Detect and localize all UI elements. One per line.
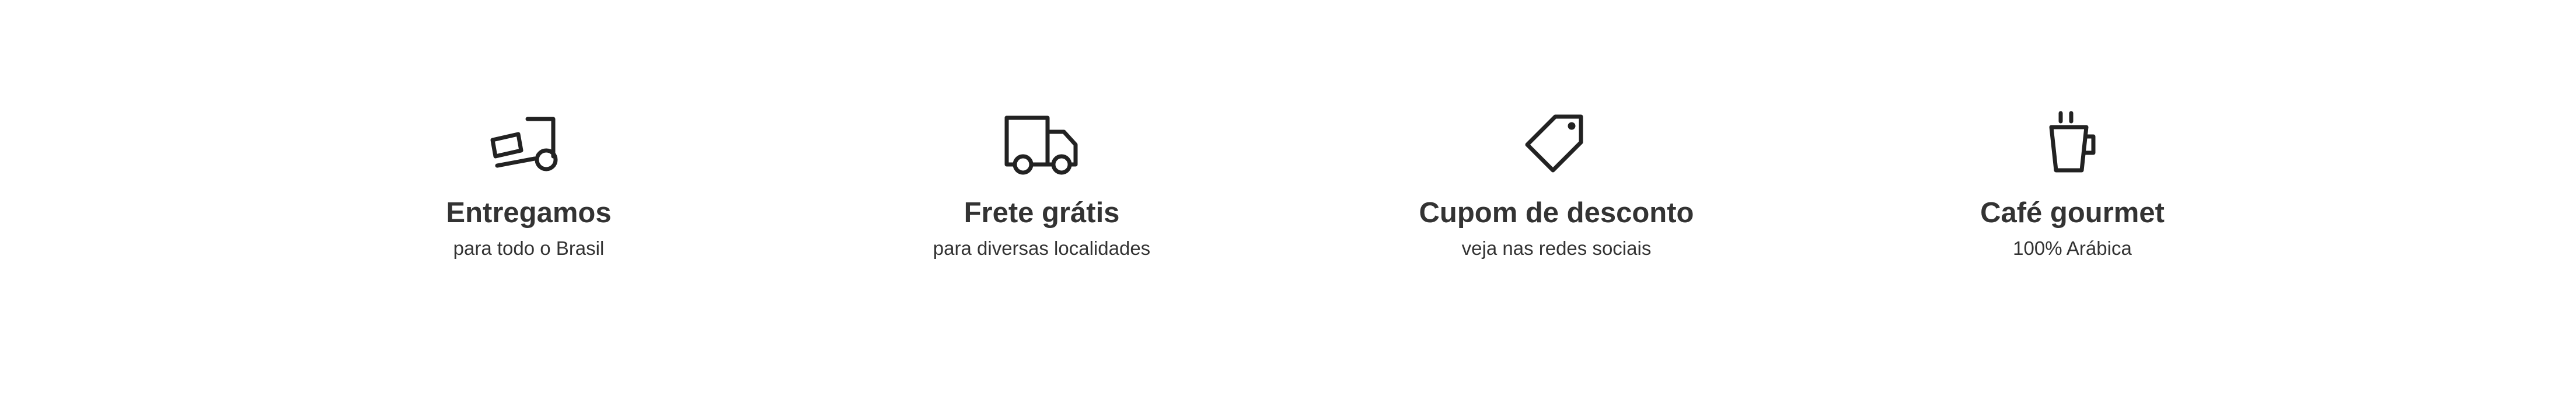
feature-title: Café gourmet bbox=[1980, 197, 2165, 229]
dolly-icon bbox=[488, 111, 570, 181]
feature-subtitle: 100% Arábica bbox=[2013, 237, 2132, 259]
feature-title: Cupom de desconto bbox=[1419, 197, 1694, 229]
feature-subtitle: para diversas localidades bbox=[933, 237, 1151, 259]
feature-subtitle: para todo o Brasil bbox=[453, 237, 605, 259]
tag-icon bbox=[1516, 111, 1597, 181]
feature-gourmet-coffee: Café gourmet 100% Arábica bbox=[1868, 111, 2277, 260]
feature-free-shipping: Frete grátis para diversas localidades bbox=[837, 111, 1246, 260]
feature-title: Entregamos bbox=[446, 197, 612, 229]
features-strip: Entregamos para todo o Brasil Frete grát… bbox=[0, 0, 2576, 396]
feature-title: Frete grátis bbox=[964, 197, 1120, 229]
feature-subtitle: veja nas redes sociais bbox=[1461, 237, 1652, 259]
coffee-cup-icon bbox=[2032, 111, 2113, 181]
feature-delivery: Entregamos para todo o Brasil bbox=[324, 111, 733, 260]
feature-discount-coupon: Cupom de desconto veja nas redes sociais bbox=[1352, 111, 1761, 260]
truck-icon bbox=[1001, 111, 1083, 181]
